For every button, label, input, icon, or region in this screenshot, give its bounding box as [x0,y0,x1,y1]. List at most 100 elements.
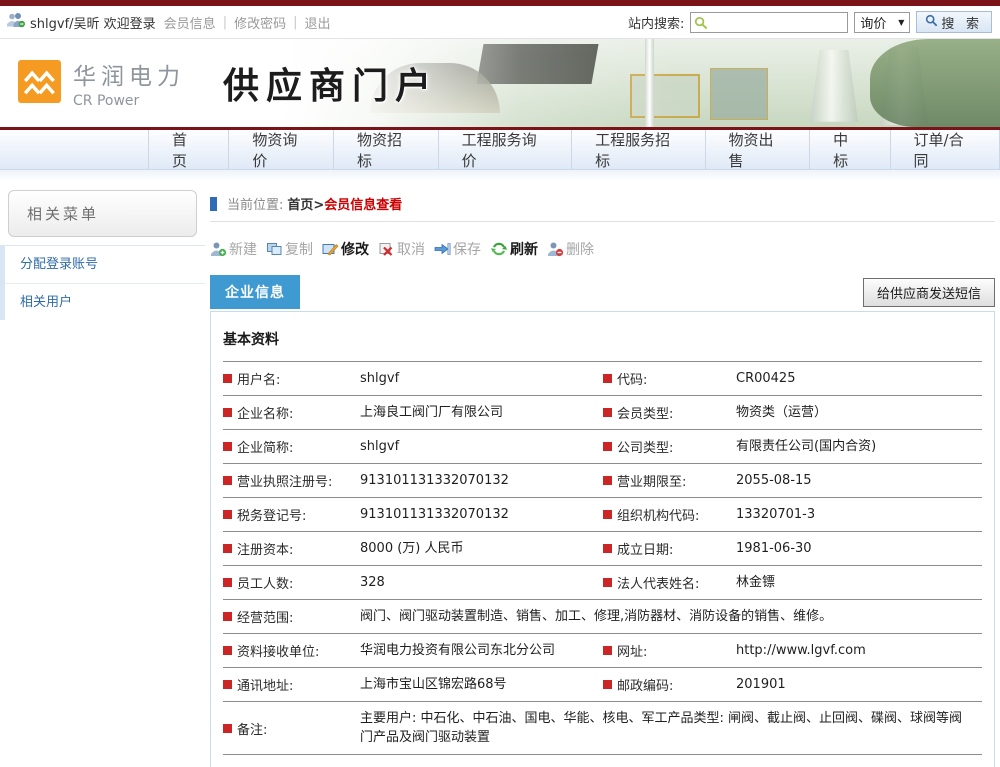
site-search-label: 站内搜索: [628,13,684,32]
toolbar-save-button[interactable]: 保存 [434,239,481,259]
field-value: http://www.lgvf.com [736,641,982,660]
nav-item[interactable]: 物资出售 [706,130,811,169]
toolbar-copy-label: 复制 [285,239,313,259]
toolbar-cancel-button[interactable]: 取消 [378,239,425,259]
field-label: 组织机构代码: [603,505,736,524]
send-sms-button[interactable]: 给供应商发送短信 [863,278,995,307]
field-label: 法人代表姓名: [603,573,736,592]
field-bullet-icon [603,476,612,485]
table-row: 用户名:shlgvf代码:CR00425 [223,362,982,396]
topbar-link[interactable]: 退出 [304,13,330,32]
field-bullet-icon [223,646,232,655]
table-row: 营业执照注册号:913101131332070132营业期限至:2055-08-… [223,464,982,498]
breadcrumb: 当前位置: 首页> 会员信息查看 [210,196,995,222]
breadcrumb-home-link[interactable]: 首页> [287,194,324,213]
record-toolbar: 新建 复制修改取消保存刷新删除 [210,239,995,259]
field-label-text: 备注: [237,719,267,738]
search-button[interactable]: 搜 索 [916,11,992,33]
topbar-link[interactable]: 修改密码 [234,13,286,32]
main-content: 当前位置: 首页> 会员信息查看 新建 复制修改取消保存刷新删除 企业信息 给供应… [205,182,1000,767]
user-delete-icon [547,241,564,257]
field-label: 公司类型: [603,437,736,456]
field-bullet-icon [223,476,232,485]
chevron-down-icon: ▼ [898,18,904,27]
toolbar-refresh-button[interactable]: 刷新 [490,239,538,259]
field-label: 会员类型: [603,403,736,422]
page-title: 供应商门户 [223,57,438,109]
field-bullet-icon [603,374,612,383]
field-label: 营业期限至: [603,471,736,490]
field-bullet-icon [223,442,232,451]
table-row: 员工人数:328法人代表姓名:林金镖 [223,566,982,600]
field-value: 201901 [736,675,982,694]
field-label-text: 邮政编码: [617,675,673,694]
nav-item[interactable]: 物资询价 [229,130,334,169]
toolbar-modify-button[interactable]: 修改 [322,239,369,259]
field-value: 13320701-3 [736,505,982,524]
field-value: 上海良工阀门厂有限公司 [360,403,603,422]
nav-item[interactable]: 工程服务招标 [572,130,705,169]
copy-icon [266,241,283,257]
field-value: 林金镖 [736,573,982,592]
brand-name-en: CR Power [73,93,185,109]
toolbar-copy-button[interactable]: 复制 [266,239,313,259]
table-row: 备注: 主要用户: 中石化、中石油、国电、华能、核电、军工产品类型: 闸阀、截止阀… [223,702,982,755]
field-bullet-icon [223,510,232,519]
field-label: 企业名称: [223,403,360,422]
table-row: 税务登记号:913101131332070132组织机构代码:13320701-… [223,498,982,532]
main-nav: 首 页物资询价物资招标工程服务询价工程服务招标物资出售中 标订单/合同 [0,130,1000,170]
field-label-text: 企业名称: [237,403,293,422]
field-bullet-icon [603,578,612,587]
field-value: 328 [360,573,603,592]
sidebar-item[interactable]: 分配登录账号 [0,246,205,283]
table-row: 经营范围: 阀门、阀门驱动装置制造、销售、加工、修理,消防器材、消防设备的销售、维… [223,600,982,634]
field-label-text: 用户名: [237,369,280,388]
field-label: 员工人数: [223,573,360,592]
field-bullet-icon [603,408,612,417]
field-value: 913101131332070132 [360,471,603,490]
field-label: 资料接收单位: [223,641,360,660]
field-label: 成立日期: [603,539,736,558]
site-search-input[interactable] [711,13,845,32]
user-add-icon [210,241,227,257]
field-label: 邮政编码: [603,675,736,694]
field-label: 通讯地址: [223,675,360,694]
field-bullet-icon [603,442,612,451]
logged-in-user: shlgvf/吴昕 欢迎登录 [30,13,156,32]
toolbar-delete-button[interactable]: 删除 [547,239,594,259]
separator: | [223,15,227,30]
field-label-text: 营业期限至: [617,471,686,490]
tab-enterprise-info[interactable]: 企业信息 [210,275,300,309]
nav-item[interactable]: 中 标 [810,130,890,169]
field-value: 上海市宝山区锦宏路68号 [360,675,603,694]
field-bullet-icon [603,646,612,655]
table-row: 资料接收单位:华润电力投资有限公司东北分公司网址:http://www.lgvf… [223,634,982,668]
nav-item[interactable]: 首 页 [148,130,229,169]
field-label: 备注: [223,719,360,738]
cr-power-logo-icon [18,60,61,107]
field-label-text: 注册资本: [237,539,293,558]
edit-icon [322,241,339,257]
nav-item[interactable]: 物资招标 [334,130,439,169]
breadcrumb-label: 当前位置: [227,194,283,213]
nav-item[interactable]: 订单/合同 [891,130,1000,169]
field-value: 主要用户: 中石化、中石油、国电、华能、核电、军工产品类型: 闸阀、截止阀、止回… [360,709,982,747]
toolbar-new-label: 新建 [229,239,257,259]
sidebar-menu: 分配登录账号相关用户 [0,245,205,320]
field-value: 913101131332070132 [360,505,603,524]
toolbar-new-button[interactable]: 新建 [210,239,257,259]
field-value: 阀门、阀门驱动装置制造、销售、加工、修理,消防器材、消防设备的销售、维修。 [360,607,982,626]
field-value: 8000 (万) 人民币 [360,539,603,558]
field-label: 网址: [603,641,736,660]
users-icon [6,12,26,32]
topbar-link[interactable]: 会员信息 [164,13,216,32]
cancel-icon [378,241,395,257]
sidebar-item[interactable]: 相关用户 [0,283,205,320]
field-label-text: 经营范围: [237,607,293,626]
nav-item[interactable]: 工程服务询价 [439,130,572,169]
search-category-value: 询价 [860,13,886,32]
search-category-select[interactable]: 询价 ▼ [854,12,910,33]
field-label: 企业简称: [223,437,360,456]
field-bullet-icon [603,510,612,519]
field-value: 有限责任公司(国内合资) [736,437,982,456]
